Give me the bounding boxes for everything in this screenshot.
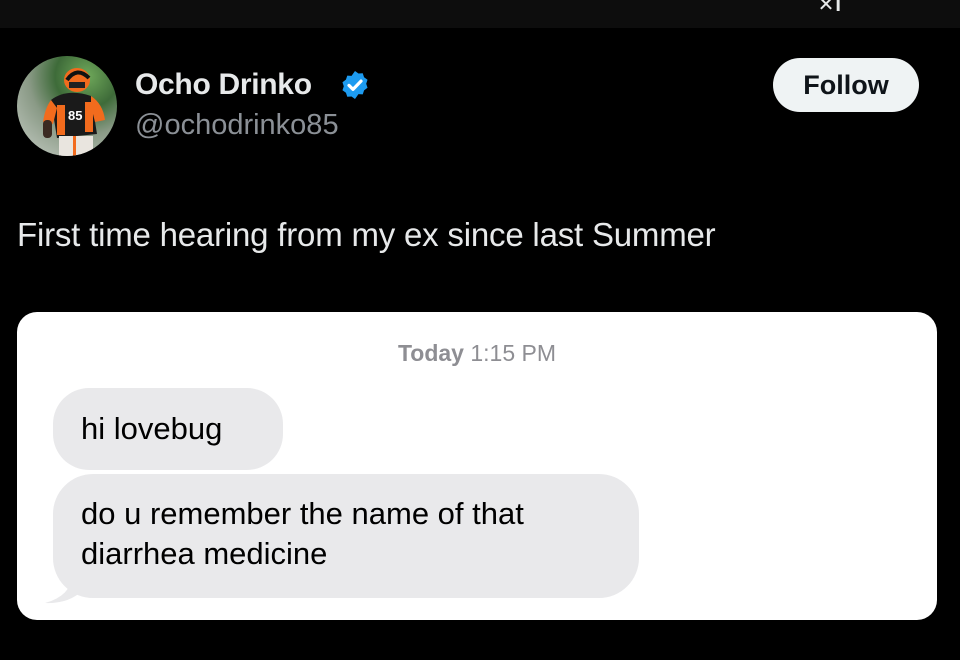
- message-text-line: do u remember the name of that: [81, 496, 524, 531]
- tweet-media-image[interactable]: Today 1:15 PM hi lovebug do u remember t…: [17, 312, 937, 620]
- avatar-image: 85: [43, 68, 105, 156]
- message-bubble: do u remember the name of that diarrhea …: [53, 474, 639, 598]
- timestamp-day: Today: [397, 340, 464, 366]
- display-name[interactable]: Ocho Drinko: [135, 68, 312, 102]
- verified-badge-icon: [342, 71, 368, 99]
- avatar[interactable]: 85: [17, 56, 117, 156]
- x-logo-fragment: ✕Ī: [817, 0, 842, 16]
- message-text-line: diarrhea medicine: [81, 536, 328, 571]
- tweet-screenshot: ✕Ī 85 Ocho Drinko @ochodrinko85 Follow F: [0, 0, 960, 660]
- follow-button[interactable]: Follow: [773, 58, 919, 112]
- user-handle[interactable]: @ochodrinko85: [135, 109, 339, 142]
- tweet-text: First time hearing from my ex since last…: [17, 216, 716, 253]
- message-text: hi lovebug: [81, 411, 223, 446]
- jersey-number: 85: [68, 108, 82, 123]
- timestamp-time: 1:15 PM: [470, 340, 557, 366]
- message-bubble: hi lovebug: [53, 388, 283, 470]
- top-bar: ✕Ī: [0, 0, 960, 28]
- message-timestamp: Today 1:15 PM: [17, 340, 937, 367]
